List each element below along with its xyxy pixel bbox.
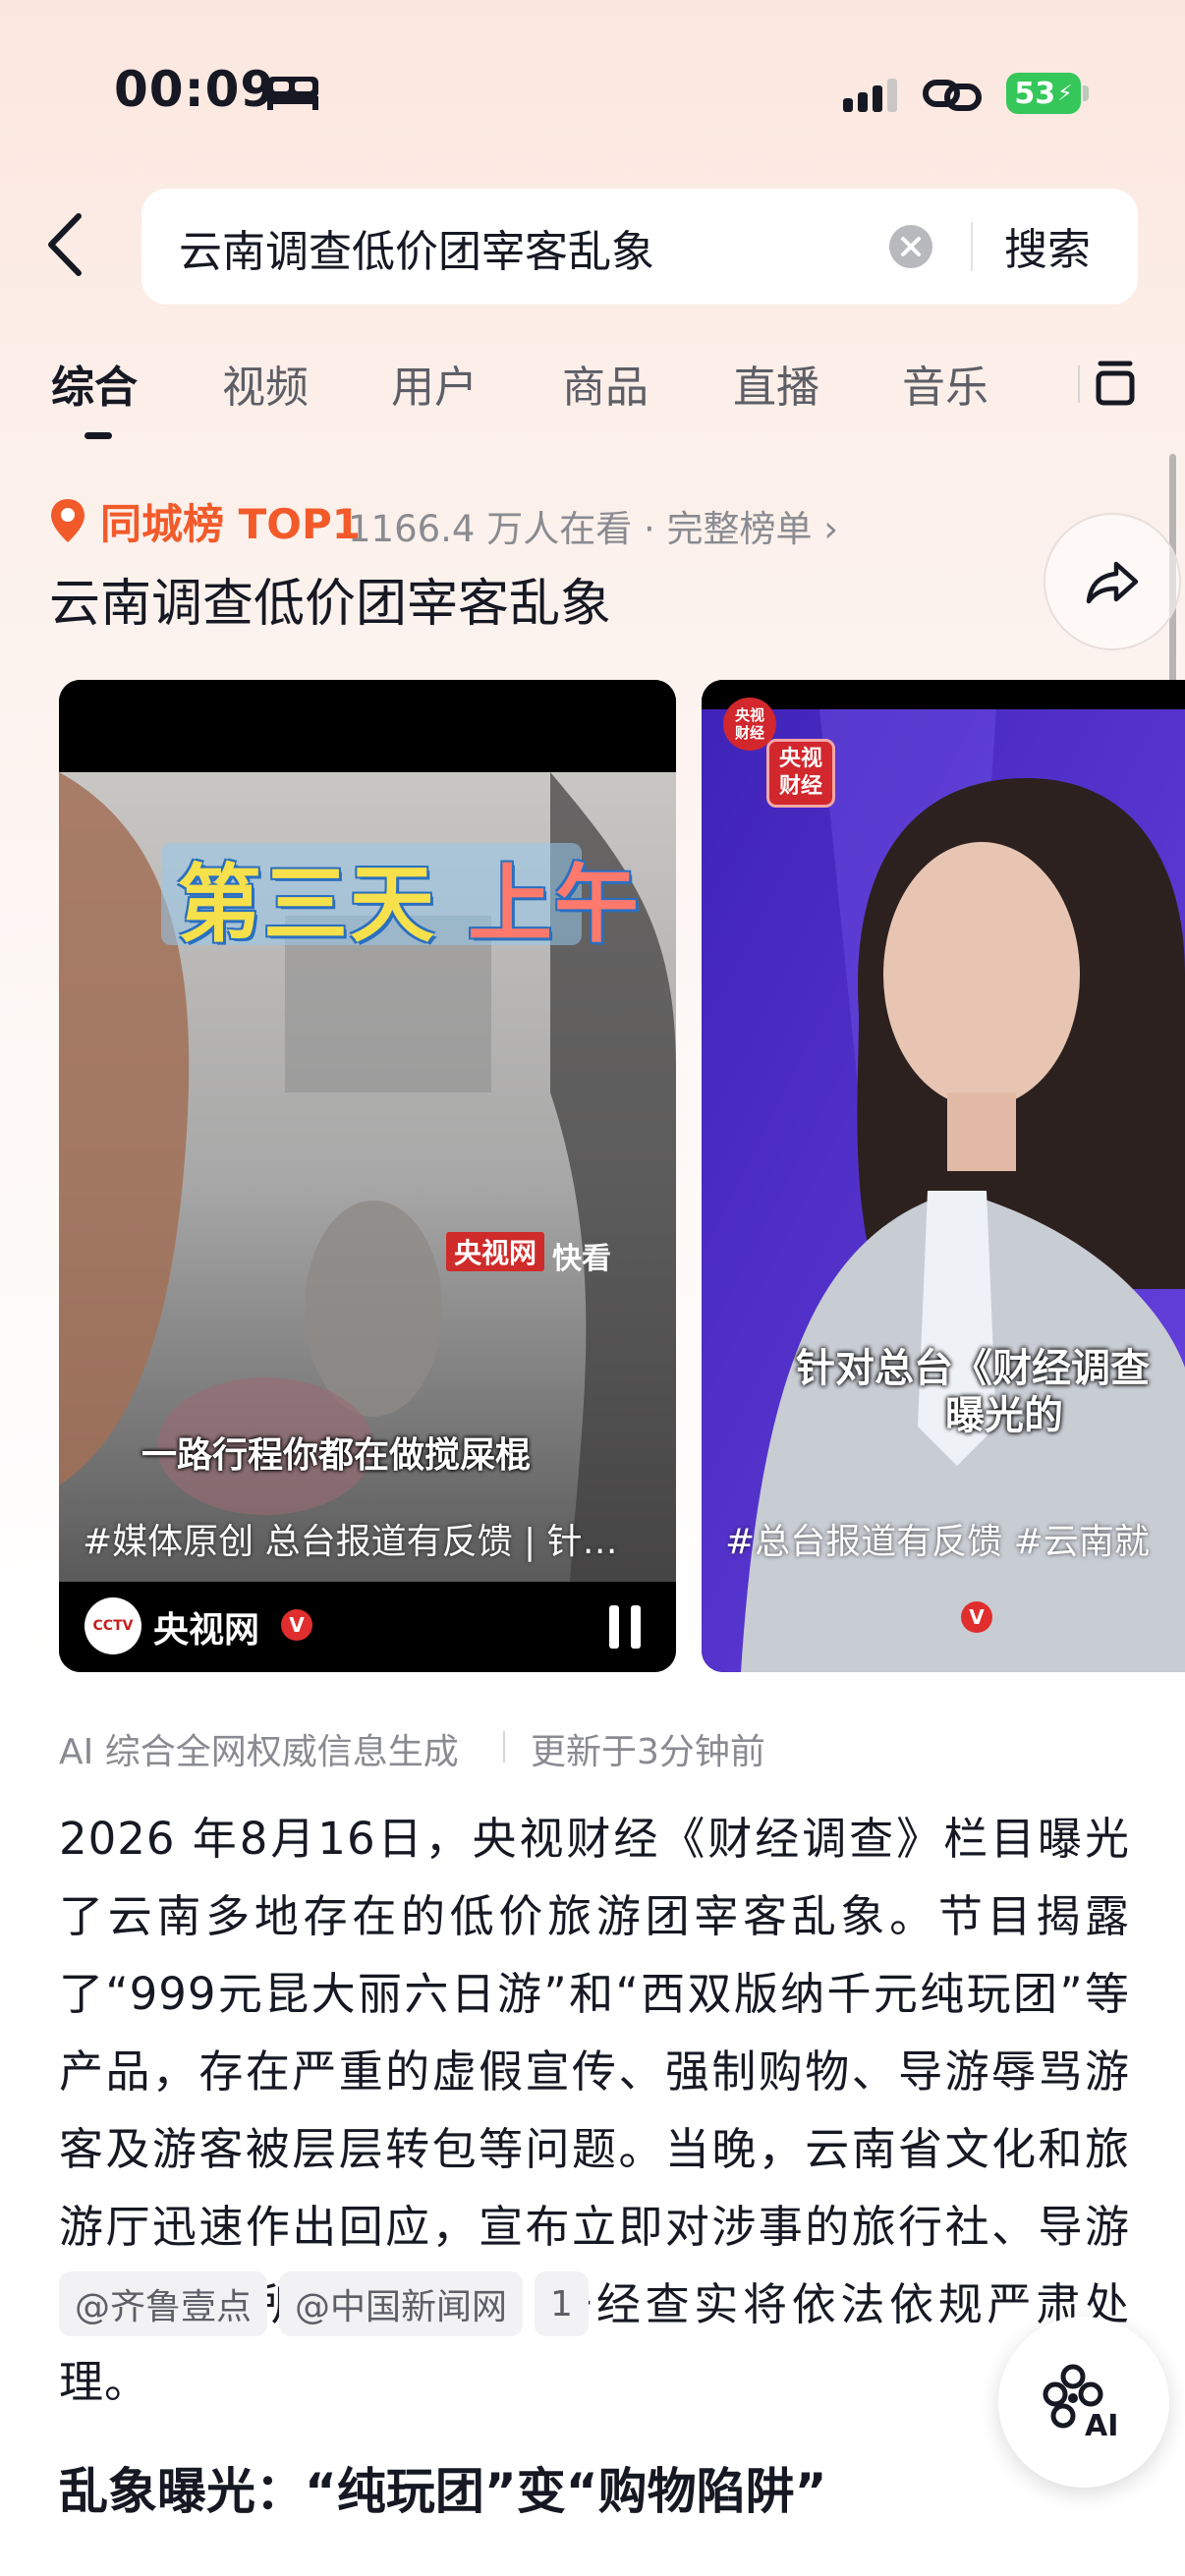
search-button[interactable]: 搜索 [1004,214,1091,277]
status-time: 00:09 [114,61,276,118]
author-name[interactable]: 央视网 [153,1601,259,1652]
avatar[interactable]: 央视 财经 [723,698,776,751]
video-caption-line2: 曝光的 [945,1393,1063,1438]
back-icon[interactable] [43,210,86,279]
video-overlay-title: 第三天 上午 [177,856,641,954]
bed-icon [267,77,318,110]
ai-fab-label: AI [1085,2409,1118,2441]
hot-topic-title[interactable]: 云南调查低价团宰客乱象 [49,562,611,636]
ai-source-note: AI 综合全网权威信息生成 [59,1732,459,1772]
battery-cap [1083,85,1089,101]
verified-icon: V [961,1601,992,1633]
avatar[interactable]: CCTV [85,1597,141,1654]
hot-rank-label[interactable]: 同城榜 TOP1 [100,491,361,551]
tab-goods[interactable]: 商品 [562,352,649,415]
tab-live[interactable]: 直播 [733,352,819,415]
video-card[interactable]: 央视 财经 针对总台《财经调查 曝光的 #总台报道有反馈 #云南就 央视 财经 V [702,680,1185,1672]
search-divider [971,222,973,271]
tab-music[interactable]: 音乐 [902,352,988,415]
ai-updated-time: 更新于3分钟前 [531,1732,765,1772]
watermark-text: 快看 [552,1242,611,1276]
search-input[interactable] [179,218,847,277]
video-card[interactable]: 第三天 上午 央视网 快看 一路行程你都在做搅屎棍 #媒体原创 总台报道有反馈 … [59,680,676,1672]
ai-assistant-button[interactable]: AI [998,2317,1169,2488]
hot-rank-meta[interactable]: 1166.4 万人在看 · 完整榜单 › [348,499,838,552]
video-tags[interactable]: #总台报道有反馈 #云南就 [725,1513,1150,1564]
source-count-chip[interactable]: 1 [535,2271,589,2336]
tab-users[interactable]: 用户 [391,352,478,415]
clear-icon[interactable] [888,224,933,269]
verified-icon: V [281,1609,312,1641]
ai-icon: AI [1043,2364,1118,2441]
battery-indicator: 53 ⚡ [1006,73,1081,114]
tab-video[interactable]: 视频 [222,352,309,415]
meta-divider [503,1731,505,1763]
share-button[interactable] [1044,513,1181,650]
location-pin-icon [51,499,85,542]
video-footer: CCTV 央视网 V [59,1582,676,1672]
channel-logo: 央视 财经 [766,739,835,808]
video-caption: 一路行程你都在做搅屎棍 [141,1435,532,1476]
source-chip[interactable]: @齐鲁壹点 [59,2271,268,2336]
tab-all[interactable]: 综合 [51,352,138,415]
watermark-logo: 央视网 [446,1232,545,1271]
pause-icon[interactable] [605,1601,645,1652]
tab-more-icon[interactable] [1077,354,1140,415]
section-heading: 乱象曝光：“纯玩团”变“购物陷阱” [59,2463,827,2520]
video-tags[interactable]: #媒体原创 总台报道有反馈 | 针… [83,1513,618,1564]
share-icon [1086,561,1139,604]
signal-icon [843,79,897,112]
tab-indicator [85,432,112,439]
source-chip[interactable]: @中国新闻网 [279,2271,524,2336]
link-icon [923,80,982,111]
